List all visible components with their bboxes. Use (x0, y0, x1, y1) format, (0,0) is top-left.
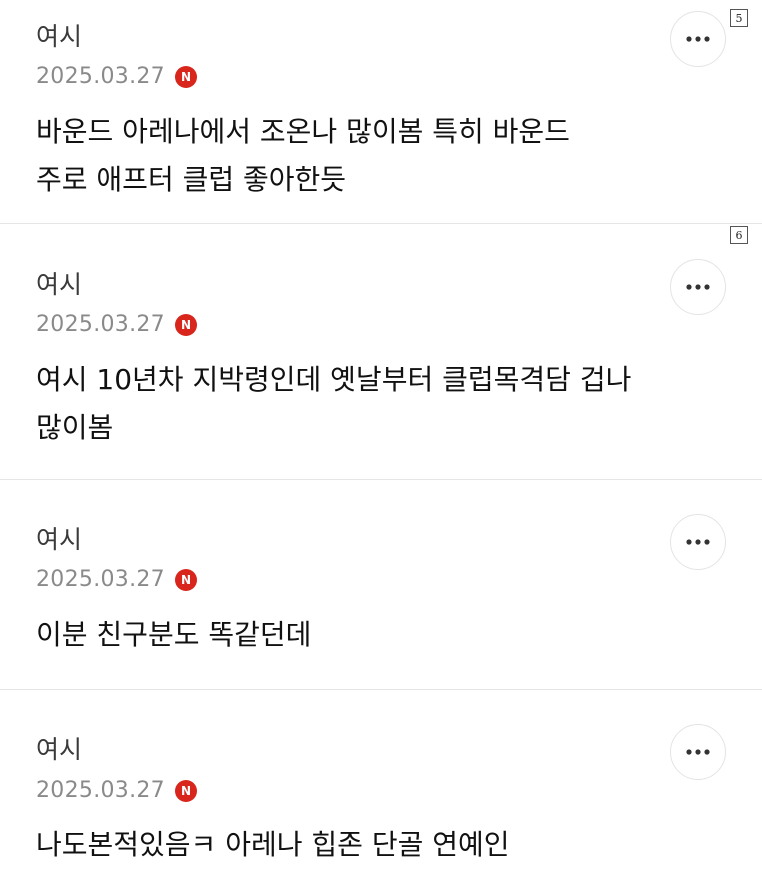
comment-date: 2025.03.27 (36, 312, 165, 337)
comment-meta: 2025.03.27 N (36, 776, 197, 806)
comment-item: 6 여시 2025.03.27 N 여시 10년차 지박령인데 옛날부터 클럽목… (0, 224, 762, 480)
comment-text: 나도본적있음ㅋ 아레나 힙존 단골 연예인 (36, 828, 510, 861)
comment-text: 이분 친구분도 똑같던데 (36, 618, 312, 651)
comment-text: 여시 10년차 지박령인데 옛날부터 클럽목격담 겁나 많이봄 (36, 363, 632, 444)
comment-author: 여시 (36, 525, 83, 554)
more-options-button[interactable] (670, 514, 726, 570)
comment-date: 2025.03.27 (36, 567, 165, 592)
comment-item: 여시 2025.03.27 N 이분 친구분도 똑같던데 (0, 480, 762, 690)
new-badge-icon: N (174, 314, 197, 336)
comment-text: 바운드 아레나에서 조온나 많이봄 특히 바운드 주로 애프터 클럽 좋아한듯 (36, 115, 570, 196)
comment-meta: 2025.03.27 N (36, 310, 197, 340)
comment-item: 여시 2025.03.27 N 나도본적있음ㅋ 아레나 힙존 단골 연예인 (0, 690, 762, 871)
comment-meta: 2025.03.27 N (36, 565, 197, 595)
comment-date: 2025.03.27 (36, 778, 165, 803)
more-horizontal-icon (686, 284, 710, 290)
new-badge-icon: N (174, 780, 197, 802)
comment-date: 2025.03.27 (36, 64, 165, 89)
comment-item: 5 여시 2025.03.27 N 바운드 아레나에서 조온나 많이봄 특히 바… (0, 0, 762, 224)
comment-author: 여시 (36, 22, 83, 51)
more-horizontal-icon (686, 539, 710, 545)
new-badge-icon: N (174, 66, 197, 88)
comment-author: 여시 (36, 270, 83, 299)
more-horizontal-icon (686, 36, 710, 42)
more-horizontal-icon (686, 749, 710, 755)
comment-author: 여시 (36, 735, 83, 764)
more-options-button[interactable] (670, 724, 726, 780)
more-options-button[interactable] (670, 259, 726, 315)
comment-index-badge: 5 (730, 9, 748, 27)
comment-index-badge: 6 (730, 226, 748, 244)
new-badge-icon: N (174, 569, 197, 591)
comment-meta: 2025.03.27 N (36, 62, 197, 92)
more-options-button[interactable] (670, 11, 726, 67)
